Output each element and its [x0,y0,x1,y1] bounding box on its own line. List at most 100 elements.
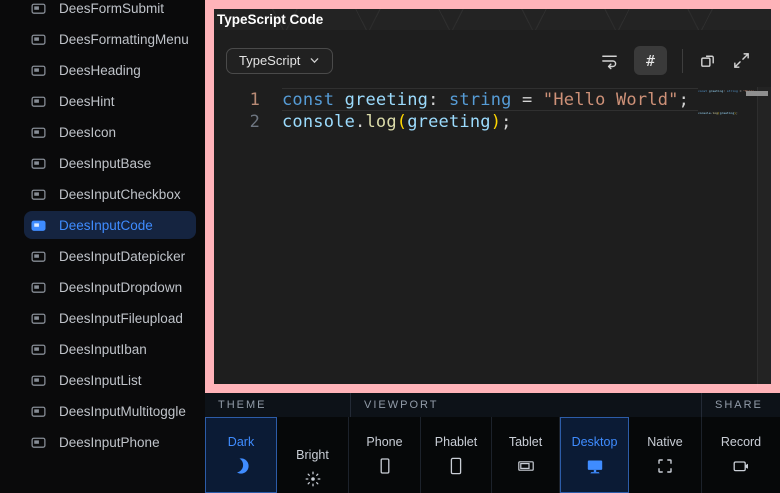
sidebar-item-label: DeesInputFileupload [59,311,183,326]
component-icon [30,310,47,327]
sidebar-item-label: DeesInputIban [59,342,147,357]
sidebar-item-label: DeesInputMultitoggle [59,404,186,419]
sidebar-item-label: DeesInputCheckbox [59,187,181,202]
code-editor[interactable]: 1const greeting: string = "Hello World";… [214,87,771,387]
language-dropdown[interactable]: TypeScript [226,48,333,74]
sidebar-item-DeesHint[interactable]: DeesHint [24,87,196,115]
sidebar-item-DeesInputBase[interactable]: DeesInputBase [24,149,196,177]
component-icon [30,217,47,234]
sidebar-item-DeesIcon[interactable]: DeesIcon [24,118,196,146]
hash-icon: # [646,52,655,70]
sidebar-item-label: DeesInputCode [59,218,153,233]
sidebar-item-label: DeesInputBase [59,156,151,171]
sidebar-item-label: DeesIcon [59,125,116,140]
viewport-native-button[interactable]: Native [629,417,702,493]
sidebar-item-DeesInputCode[interactable]: DeesInputCode [24,211,196,239]
minimap-line: console.log(greeting); [698,111,756,133]
share-record-label: Record [721,435,761,449]
minimap[interactable]: const greeting: string = "Hello World";c… [698,87,756,387]
component-icon [30,124,47,141]
sidebar-item-label: DeesInputList [59,373,142,388]
sidebar-item-label: DeesHint [59,94,115,109]
editor-scrollbar-track[interactable] [757,87,771,387]
viewport-native-label: Native [647,435,682,449]
tablet-icon [516,456,536,476]
demo-area: TypeScript Code TypeScript # [214,9,771,384]
line-number[interactable]: 2 [214,111,282,133]
component-icon [30,279,47,296]
component-sidebar: DeesFormSubmit DeesFormattingMenu DeesHe… [0,0,205,493]
sidebar-item-DeesInputPhone[interactable]: DeesInputPhone [24,428,196,456]
code-lines: 1const greeting: string = "Hello World";… [214,89,771,133]
sidebar-item-DeesInputDatepicker[interactable]: DeesInputDatepicker [24,242,196,270]
component-icon [30,403,47,420]
moon-icon [231,456,251,476]
phablet-icon [446,456,466,476]
sidebar-item-DeesInputList[interactable]: DeesInputList [24,366,196,394]
share-section-label: SHARE [702,393,780,417]
phone-icon [375,456,395,476]
theme-dark-label: Dark [228,435,254,449]
code-line[interactable]: 1const greeting: string = "Hello World"; [214,89,771,111]
controls-section-headers: THEME VIEWPORT SHARE [205,393,780,417]
demo-title: TypeScript Code [217,12,323,27]
editor-scrollbar-slider[interactable] [746,91,768,96]
word-wrap-button[interactable] [600,51,619,70]
controls-buttons: Dark Bright Phone Phablet [205,417,780,493]
language-dropdown-label: TypeScript [239,53,300,68]
toolbar-actions: # [600,46,751,75]
sidebar-item-DeesFormattingMenu[interactable]: DeesFormattingMenu [24,25,196,53]
fullscreen-button[interactable] [732,51,751,70]
line-number[interactable]: 1 [214,89,282,111]
code-text: console.log(greeting); [282,111,512,133]
component-icon [30,0,47,17]
copy-icon [698,51,717,70]
component-icon [30,341,47,358]
sun-icon [303,469,323,489]
desktop-icon [585,456,605,476]
viewport-desktop-button[interactable]: Desktop [560,417,629,493]
sidebar-item-DeesInputDropdown[interactable]: DeesInputDropdown [24,273,196,301]
code-panel-toolbar: TypeScript # [214,30,771,87]
viewport-phone-button[interactable]: Phone [349,417,421,493]
theme-dark-button[interactable]: Dark [205,417,277,493]
sidebar-item-DeesInputIban[interactable]: DeesInputIban [24,335,196,363]
sidebar-item-DeesInputCheckbox[interactable]: DeesInputCheckbox [24,180,196,208]
viewport-phone-label: Phone [366,435,402,449]
code-panel: TypeScript # [214,30,771,384]
word-wrap-icon [600,51,619,70]
toolbar-divider [682,49,683,73]
viewport-phablet-button[interactable]: Phablet [421,417,492,493]
sidebar-item-label: DeesInputDropdown [59,280,182,295]
copy-button[interactable] [698,51,717,70]
expand-icon [732,51,751,70]
component-icon [30,372,47,389]
component-icon [30,155,47,172]
component-icon [30,62,47,79]
code-line[interactable]: 2console.log(greeting); [214,111,771,133]
component-icon [30,186,47,203]
sidebar-item-DeesFormSubmit[interactable]: DeesFormSubmit [24,0,196,22]
component-icon [30,434,47,451]
viewport-tablet-button[interactable]: Tablet [492,417,560,493]
code-text: console.log(greeting); [698,111,738,133]
viewport-desktop-label: Desktop [572,435,618,449]
sidebar-item-label: DeesInputDatepicker [59,249,185,264]
sidebar-item-label: DeesHeading [59,63,141,78]
native-frame-icon [655,456,675,476]
viewport-section-label: VIEWPORT [351,393,702,417]
viewport-phablet-label: Phablet [435,435,477,449]
sidebar-item-DeesHeading[interactable]: DeesHeading [24,56,196,84]
code-text: const greeting: string = "Hello World"; [282,89,689,111]
component-icon [30,31,47,48]
component-icon [30,93,47,110]
line-numbers-toggle[interactable]: # [634,46,667,75]
sidebar-item-DeesInputMultitoggle[interactable]: DeesInputMultitoggle [24,397,196,425]
app-window: DeesFormSubmit DeesFormattingMenu DeesHe… [0,0,780,493]
theme-bright-button[interactable]: Bright [277,417,349,493]
viewport-tablet-label: Tablet [509,435,542,449]
sidebar-item-label: DeesFormSubmit [59,1,164,16]
chevron-down-icon [309,55,320,66]
share-record-button[interactable]: Record [702,417,780,493]
sidebar-item-DeesInputFileupload[interactable]: DeesInputFileupload [24,304,196,332]
